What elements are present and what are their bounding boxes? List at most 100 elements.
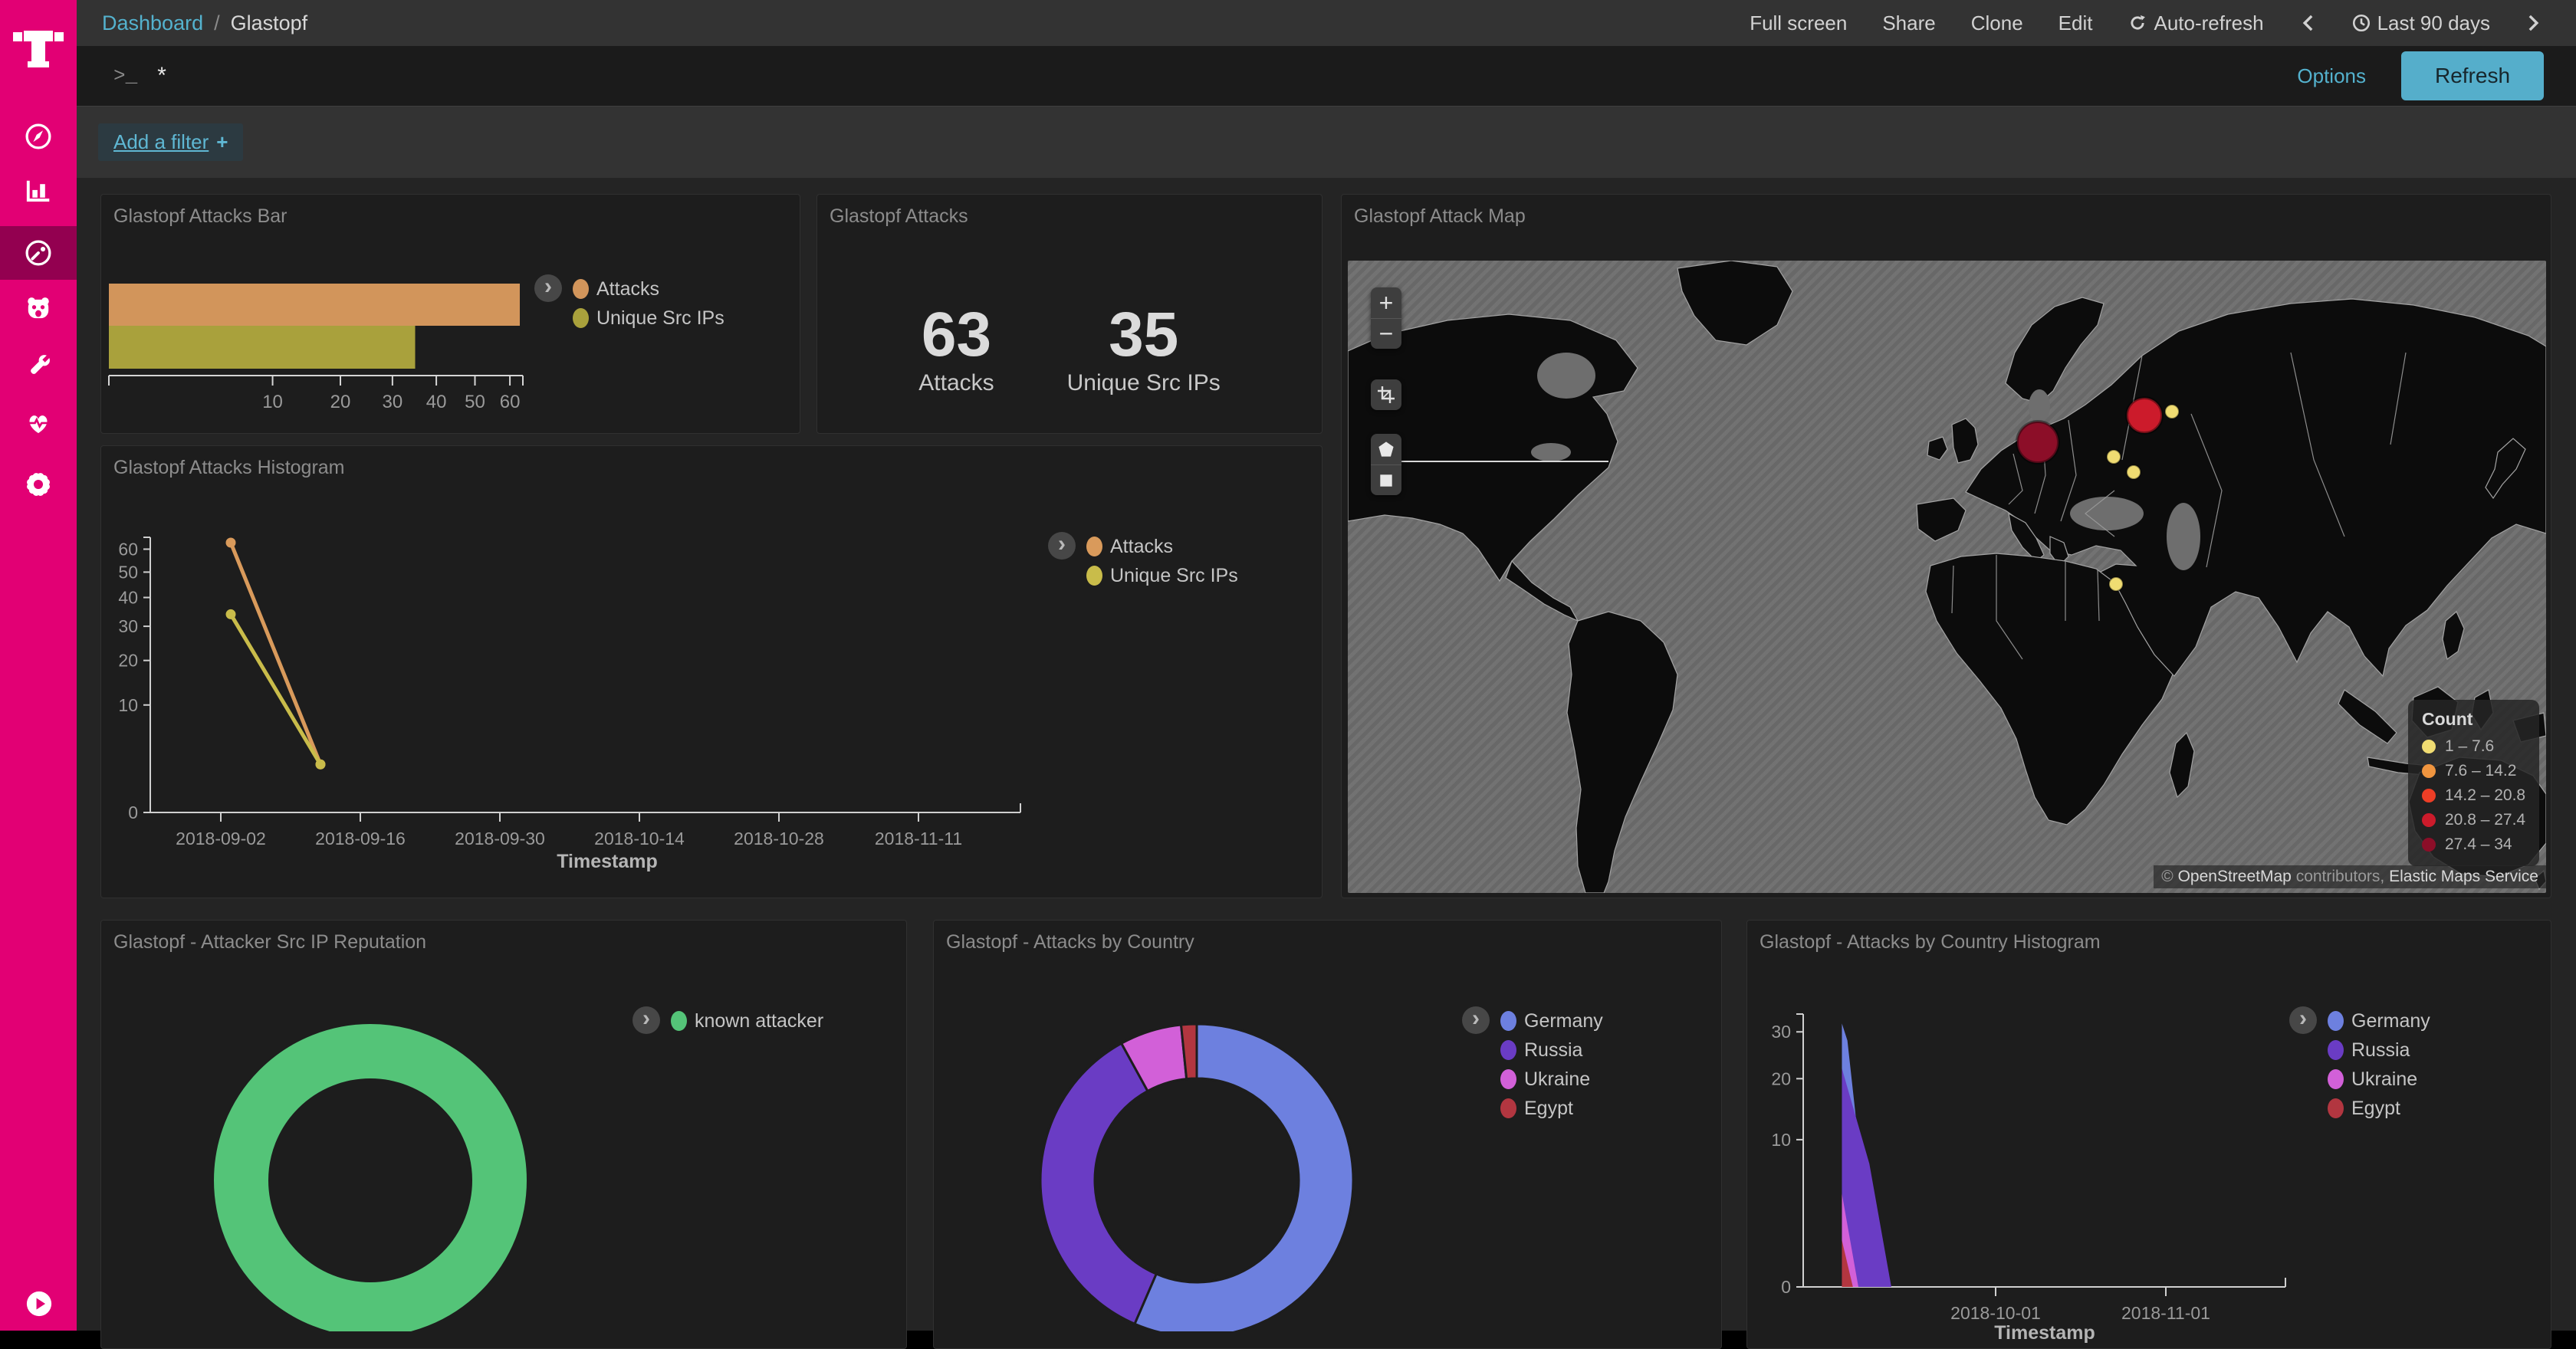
legend-item[interactable]: 27.4 – 34 [2422,832,2525,857]
metric-label: Attacks [918,370,994,396]
land-scandinavia [2006,297,2104,403]
panel-src-ip-reputation: Glastopf - Attacker Src IP Reputation › … [100,920,907,1349]
attack-dot[interactable] [2109,577,2123,591]
attack-dot[interactable] [2017,422,2058,463]
legend-item[interactable]: 14.2 – 20.8 [2422,783,2525,808]
sidebar-item-monitoring[interactable] [0,397,77,451]
legend-item[interactable]: Unique Src IPs [1086,561,1238,590]
panel-attacks-by-country: Glastopf - Attacks by Country › GermanyR… [933,920,1722,1349]
refresh-button[interactable]: Refresh [2401,51,2544,100]
time-range-picker[interactable]: Last 90 days [2351,11,2490,35]
elastic-maps-link[interactable]: Elastic Maps Service [2389,868,2538,885]
legend-swatch-icon [1500,1069,1516,1089]
legend-item[interactable]: Attacks [1086,532,1238,561]
sidebar-item-visualize[interactable] [0,164,77,218]
reputation-donut-chart[interactable] [101,921,907,1331]
legend-item[interactable]: Russia [2328,1036,2430,1065]
legend-item[interactable]: Russia [1500,1036,1603,1065]
full-screen-button[interactable]: Full screen [1750,11,1847,35]
legend-swatch-icon [1500,1040,1516,1060]
time-back-button[interactable] [2299,13,2316,33]
openstreetmap-link[interactable]: OpenStreetMap [2178,868,2292,885]
breadcrumb-current: Glastopf [231,11,308,35]
clone-button[interactable]: Clone [1971,11,2023,35]
legend: 1 – 7.67.6 – 14.214.2 – 20.820.8 – 27.42… [2422,734,2525,857]
svg-text:10: 10 [1771,1130,1791,1150]
world-map[interactable]: + − [1348,261,2546,893]
add-filter-button[interactable]: Add a filter+ [98,123,243,161]
telekom-logo-icon[interactable] [12,12,65,81]
attack-dot[interactable] [2107,450,2121,464]
legend: GermanyRussiaUkraine Egypt [1500,1006,1603,1123]
sidebar-item-discover[interactable] [0,110,77,163]
gear-icon [21,468,55,501]
legend-swatch-icon [1086,566,1102,586]
rectangle-icon [1378,472,1395,489]
query-prompt-icon: >_ [113,64,137,87]
country-histogram-chart[interactable]: 01020302018-10-012018-11-01 [1747,921,2551,1331]
metric-value: 63 [918,304,994,366]
share-button[interactable]: Share [1882,11,1935,35]
sidebar-item-management[interactable] [0,458,77,511]
draw-rectangle-button[interactable] [1371,464,1401,495]
chevron-left-icon [2299,13,2316,33]
map-count-legend: Count 1 – 7.67.6 – 14.214.2 – 20.820.8 –… [2408,700,2539,866]
legend-item[interactable]: Egypt [2328,1094,2430,1123]
legend-item[interactable]: Germany [1500,1006,1603,1036]
legend-label: Attacks [1110,536,1173,558]
sidebar-collapse-button[interactable] [21,1286,57,1321]
attack-dot[interactable] [2127,465,2141,479]
crop-icon[interactable] [1371,379,1401,410]
panel-attacks-metric: Glastopf Attacks 63 Attacks 35 Unique Sr… [816,194,1322,434]
legend-item[interactable]: Egypt [1500,1094,1603,1123]
legend-label: Attacks [596,278,659,300]
legend-item[interactable]: 7.6 – 14.2 [2422,759,2525,783]
legend-item[interactable]: Ukraine [1500,1065,1603,1094]
edit-button[interactable]: Edit [2058,11,2093,35]
sidebar-item-dev-tools[interactable] [0,340,77,393]
svg-text:40: 40 [426,392,447,412]
chevron-right-icon: › [1472,1007,1480,1030]
query-options-link[interactable]: Options [2297,64,2366,88]
svg-text:60: 60 [500,392,521,412]
legend-toggle-button[interactable]: › [534,274,562,302]
bear-icon [21,292,55,326]
panel-title: Glastopf Attack Map [1354,205,1526,228]
svg-text:2018-09-30: 2018-09-30 [455,829,545,848]
world-map-canvas [1348,261,2546,893]
legend-item[interactable]: Unique Src IPs [573,304,724,333]
legend-toggle-button[interactable]: › [1462,1006,1490,1034]
sidebar [0,0,77,1331]
country-donut-chart[interactable] [934,921,1722,1331]
svg-text:60: 60 [118,539,138,559]
legend-label: Egypt [1524,1098,1573,1120]
zoom-out-button[interactable]: − [1371,318,1401,349]
legend-swatch-icon [2328,1098,2344,1118]
legend-toggle-button[interactable]: › [632,1006,660,1034]
land-madagascar [2170,733,2194,797]
land-sumatra [2338,690,2397,743]
breadcrumb-dashboard-link[interactable]: Dashboard [102,11,203,35]
draw-polygon-button[interactable] [1371,434,1401,464]
legend-item[interactable]: Ukraine [2328,1065,2430,1094]
legend-item[interactable]: 20.8 – 27.4 [2422,808,2525,832]
legend-toggle-button[interactable]: › [2289,1006,2317,1034]
time-forward-button[interactable] [2525,13,2542,33]
legend-item[interactable]: known attacker [671,1006,823,1036]
query-input[interactable]: * [157,63,2297,89]
legend-item[interactable]: Attacks [573,274,724,304]
attacks-histogram-chart[interactable]: 01020304050602018-09-022018-09-162018-09… [101,446,1322,898]
attack-dot[interactable] [2127,398,2162,433]
sidebar-item-timelion[interactable] [0,282,77,336]
legend-item[interactable]: Germany [2328,1006,2430,1036]
svg-text:30: 30 [383,392,403,412]
auto-refresh-button[interactable]: Auto-refresh [2128,11,2263,35]
zoom-in-button[interactable]: + [1371,287,1401,318]
attack-dot[interactable] [2165,405,2179,418]
legend-toggle-button[interactable]: › [1048,532,1076,560]
sea-hudson-bay [1537,353,1595,399]
map-draw-controls [1371,434,1401,495]
legend-item[interactable]: 1 – 7.6 [2422,734,2525,759]
sidebar-item-dashboard[interactable] [0,226,77,280]
legend-swatch-icon [573,308,589,328]
